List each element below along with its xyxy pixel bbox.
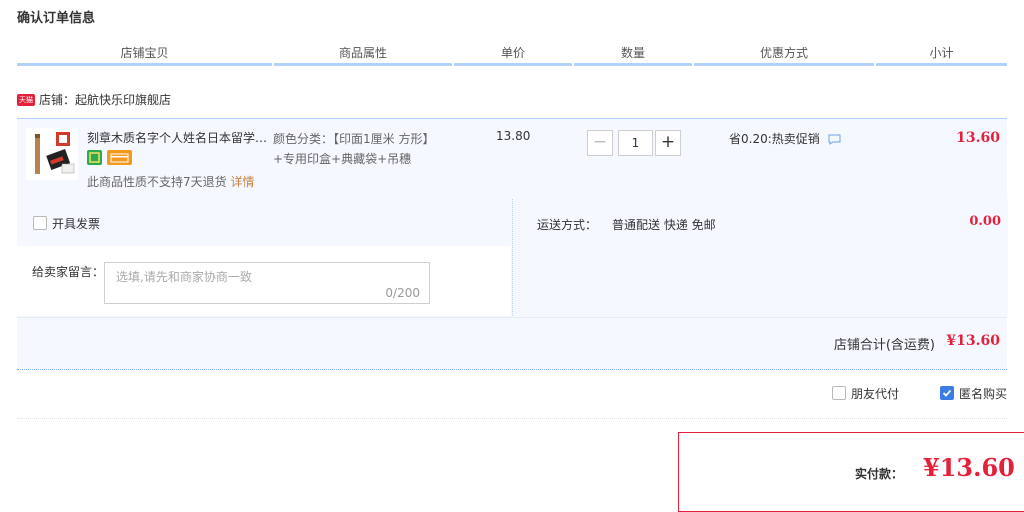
product-attribute-line: 颜色分类：【印面1厘米 方形】 [273,132,435,146]
anonymous-purchase-label: 匿名购买 [959,387,1008,401]
column-header-quantity: 数量 [620,46,645,60]
shipping-fee: 0.00 [969,214,1001,229]
header-divider [274,63,452,66]
pay-amount: ¥13.60 [923,453,1015,482]
header-divider [574,63,692,66]
checkmark-icon [942,389,952,397]
shop-total-label: 店铺合计(含运费) [833,338,935,353]
seller-message-label: 给卖家留言： [32,265,105,279]
column-header-discount: 优惠方式 [759,46,808,60]
shop-total-row: 店铺合计(含运费) ¥13.60 [17,317,1007,370]
quantity-increase-button[interactable]: + [655,130,681,156]
header-divider [454,63,572,66]
invoice-checkbox[interactable] [33,216,47,230]
friend-pay-label: 朋友代付 [851,387,900,401]
tmall-badge-icon: 天猫 [17,94,35,106]
column-header-unit-price: 单价 [500,46,525,60]
pay-amount-label: 实付款： [855,467,904,481]
shipping-method[interactable]: 普通配送 快递 免邮 [612,216,716,233]
page-title: 确认订单信息 [17,11,96,26]
column-header-attributes: 商品属性 [338,46,387,60]
item-subtotal: 13.60 [956,130,1000,146]
header-divider [694,63,874,66]
header-divider [17,63,272,66]
section-divider [17,418,1007,419]
anonymous-purchase-checkbox[interactable] [940,386,954,400]
quantity-input[interactable] [618,130,653,156]
column-header-shop-item: 店铺宝贝 [120,46,169,60]
product-thumbnail[interactable] [26,128,78,180]
return-detail-link[interactable]: 详情 [230,175,254,189]
character-counter: 0/200 [385,286,420,300]
invoice-row: 开具发票 [17,199,511,245]
return-policy-note: 此商品性质不支持7天退货 详情 [87,173,254,190]
unit-price: 13.80 [496,129,531,143]
header-divider [876,63,1007,66]
table-header: 店铺宝贝 商品属性 单价 数量 优惠方式 小计 [17,44,1007,66]
promotion-text: 省0.20:热卖促销 [729,132,820,146]
seller-message-placeholder: 选填,请先和商家协商一致 [116,270,252,284]
product-title-link[interactable]: 刻章木质名字个人姓名日本留学生印章定制 [87,129,269,146]
shop-name-link[interactable]: 店铺：起航快乐印旗舰店 [39,92,171,108]
order-options-panel: 开具发票 给卖家留言： 选填,请先和商家协商一致 0/200 运送方式： 普通配… [17,199,1008,370]
credit-card-icon [107,150,132,165]
shipping-label: 运送方式： [537,218,598,232]
product-attribute-line: +专用印盒+典藏袋+吊穗 [273,152,412,166]
seller-message-row: 给卖家留言： 选填,请先和商家协商一致 0/200 [17,246,511,316]
chat-bubble-icon[interactable] [828,134,841,145]
service-guarantee-icon [87,150,102,165]
invoice-label: 开具发票 [52,217,101,231]
shop-total-amount: ¥13.60 [946,333,1000,349]
order-item-row: 刻章木质名字个人姓名日本留学生印章定制 此商品性质不支持7天退货 详情 颜色分类… [17,118,1007,199]
friend-pay-checkbox[interactable] [832,386,846,400]
return-policy-text: 此商品性质不支持7天退货 [87,175,227,189]
quantity-decrease-button[interactable]: − [587,130,613,156]
shipping-area: 运送方式： 普通配送 快递 免邮 0.00 [512,199,1008,316]
seller-message-input[interactable]: 选填,请先和商家协商一致 0/200 [104,262,430,304]
payment-summary-box: 实付款： ¥13.60 [678,432,1024,512]
column-header-subtotal: 小计 [929,46,954,60]
